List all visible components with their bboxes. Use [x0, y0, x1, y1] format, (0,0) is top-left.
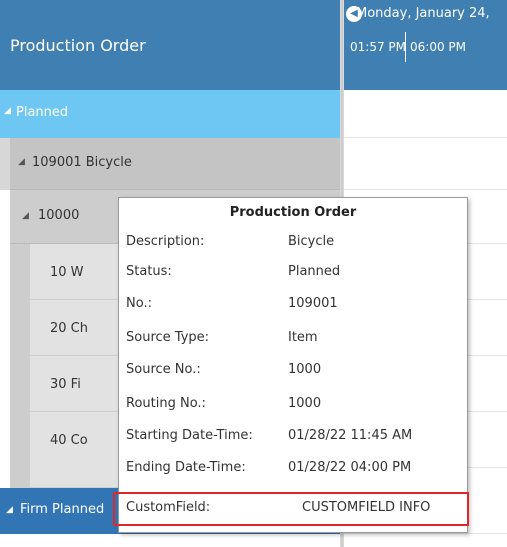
timeline-header: Monday, January 24, ◀ 01:57 PM 06:00 PM: [344, 0, 507, 90]
collapse-triangle-icon[interactable]: ◢: [6, 505, 13, 515]
routing-label: 10000: [38, 208, 80, 223]
tooltip-key: Description:: [126, 234, 205, 249]
collapse-triangle-icon[interactable]: ◢: [4, 106, 11, 116]
tooltip-value: Bicycle: [288, 234, 335, 249]
tooltip-value: 01/28/22 11:45 AM: [288, 428, 413, 443]
operation-label: 40 Co: [50, 433, 88, 448]
timeline-time: 06:00 PM: [410, 40, 466, 54]
time-divider: [405, 32, 406, 62]
tooltip-row: Status: Planned: [126, 258, 466, 288]
tooltip-key: Routing No.:: [126, 396, 206, 411]
tooltip-row: Source No.: 1000: [126, 356, 466, 386]
header-title: Production Order: [10, 36, 146, 55]
timeline-row: [344, 138, 507, 190]
tooltip-key: Source Type:: [126, 330, 210, 345]
group-label: Firm Planned: [20, 502, 105, 517]
tooltip-key: Starting Date-Time:: [126, 428, 253, 443]
tooltip-value: 1000: [288, 396, 322, 411]
tooltip-value: Planned: [288, 264, 341, 279]
tooltip-row: Ending Date-Time: 01/28/22 04:00 PM: [126, 454, 466, 484]
operation-label: 10 W: [50, 265, 84, 280]
order-label: 109001 Bicycle: [32, 155, 132, 170]
tooltip-value: 1000: [288, 362, 322, 377]
group-label: Planned: [16, 105, 69, 120]
order-row[interactable]: ◢ 109001 Bicycle: [0, 138, 340, 190]
timeline-time: 01:57 PM: [350, 40, 406, 54]
previous-arrow-icon[interactable]: ◀: [346, 6, 362, 22]
operation-label: 30 Fi: [50, 377, 81, 392]
production-order-header: Production Order: [0, 0, 340, 90]
collapse-triangle-icon[interactable]: ◢: [22, 211, 29, 221]
tooltip-value: 109001: [288, 296, 338, 311]
tooltip-row: Source Type: Item: [126, 324, 466, 354]
production-order-tooltip: Production Order Description: Bicycle St…: [113, 197, 469, 533]
tooltip-key: Source No.:: [126, 362, 201, 377]
tooltip-row: Description: Bicycle: [126, 228, 466, 258]
tooltip-title: Production Order: [229, 205, 357, 220]
timeline-date: Monday, January 24,: [356, 6, 490, 21]
timeline-row: [344, 90, 507, 138]
group-row-planned[interactable]: ◢ Planned: [0, 90, 340, 138]
tooltip-key: Status:: [126, 264, 172, 279]
tooltip-row: Starting Date-Time: 01/28/22 11:45 AM: [126, 422, 466, 452]
customfield-highlight-box: [113, 492, 469, 526]
tooltip-value: Item: [288, 330, 318, 345]
tooltip-value: 01/28/22 04:00 PM: [288, 460, 412, 475]
tooltip-key: No.:: [126, 296, 152, 311]
tooltip-key: Ending Date-Time:: [126, 460, 246, 475]
collapse-triangle-icon[interactable]: ◢: [18, 157, 25, 167]
operation-label: 20 Ch: [50, 321, 88, 336]
tooltip-row: No.: 109001: [126, 290, 466, 320]
tooltip-row: Routing No.: 1000: [126, 390, 466, 420]
indent-band: [10, 244, 30, 488]
